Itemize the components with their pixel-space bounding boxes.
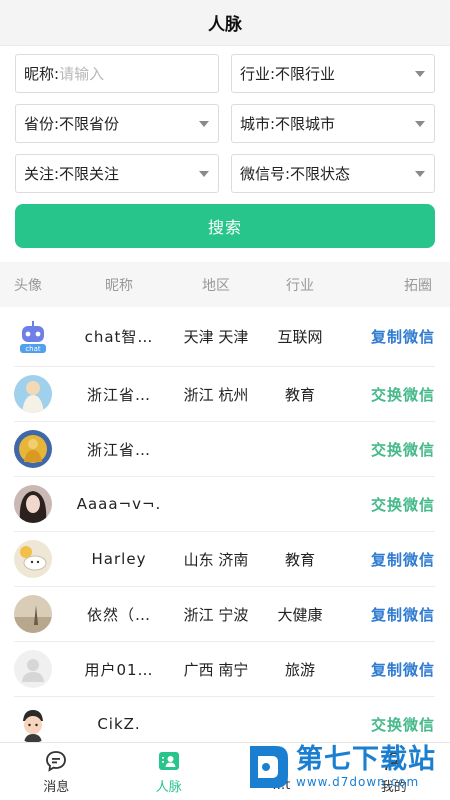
- row-area: 浙江 宁波: [183, 605, 249, 624]
- row-nickname: Aaaa¬v¬.: [76, 495, 162, 513]
- search-button[interactable]: 搜索: [15, 204, 435, 248]
- top-bar: 人脉: [0, 0, 450, 46]
- nickname-input[interactable]: 请输入: [59, 63, 104, 84]
- swap-wechat-button[interactable]: 交换微信: [340, 714, 435, 735]
- tab-contacts-label: 人脉: [155, 779, 182, 795]
- caret-down-icon: [415, 71, 425, 77]
- swap-wechat-button[interactable]: 交换微信: [340, 439, 435, 460]
- watermark-logo-icon: [250, 746, 288, 788]
- row-nickname: chat智…: [84, 328, 154, 346]
- province-select-value: 省份:不限省份: [24, 115, 120, 133]
- table-row[interactable]: Harley 山东 济南 教育 复制微信: [14, 532, 435, 587]
- svg-text:chat: chat: [25, 345, 41, 353]
- table-row[interactable]: chat chat智… 天津 天津 互联网 复制微信: [14, 307, 435, 367]
- tab-messages-label: 消息: [43, 779, 70, 795]
- boy-cartoon-avatar[interactable]: [14, 705, 54, 743]
- city-select-value: 城市:不限城市: [240, 115, 336, 133]
- swap-wechat-button[interactable]: 交换微信: [340, 494, 435, 515]
- row-nickname: Harley: [91, 550, 147, 568]
- header-area: 地区: [202, 277, 230, 294]
- copy-wechat-button[interactable]: 复制微信: [340, 326, 435, 347]
- province-select[interactable]: 省份:不限省份: [15, 104, 219, 143]
- filter-panel: 昵称: 请输入 行业:不限行业 省份:不限省份 城市:不限城市 关注:不限关注 …: [0, 46, 450, 193]
- tab-contacts[interactable]: 人脉: [113, 743, 226, 800]
- girl-photo-avatar[interactable]: [14, 485, 54, 523]
- deity-avatar[interactable]: [14, 375, 54, 413]
- table-row[interactable]: Aaaa¬v¬. 交换微信: [14, 477, 435, 532]
- copy-wechat-button[interactable]: 复制微信: [340, 604, 435, 625]
- contacts-icon: [157, 749, 181, 773]
- table-row[interactable]: 用户01… 广西 南宁 旅游 复制微信: [14, 642, 435, 697]
- table-row[interactable]: 浙江省… 浙江 杭州 教育 交换微信: [14, 367, 435, 422]
- watermark-title: 第七下载站: [296, 744, 436, 775]
- table-row[interactable]: 浙江省… 交换微信: [14, 422, 435, 477]
- page-title: 人脉: [208, 15, 242, 35]
- row-industry: 教育: [284, 550, 315, 569]
- row-nickname: 浙江省…: [86, 385, 151, 404]
- nickname-field[interactable]: 昵称: 请输入: [15, 54, 219, 93]
- cartoon-avatar[interactable]: [14, 540, 54, 578]
- tab-messages[interactable]: 消息: [0, 743, 113, 800]
- header-nickname: 昵称: [105, 277, 133, 294]
- row-industry: 教育: [284, 385, 315, 404]
- row-industry: 旅游: [284, 660, 315, 679]
- header-avatar: 头像: [14, 277, 42, 294]
- site-watermark: 第七下载站 www.d7down.com: [246, 740, 442, 794]
- row-area: 浙江 杭州: [183, 385, 249, 404]
- wechat-select-value: 微信号:不限状态: [240, 165, 351, 183]
- nickname-label: 昵称:: [24, 65, 60, 83]
- header-industry: 行业: [286, 277, 314, 294]
- landscape-avatar[interactable]: [14, 595, 54, 633]
- contact-list: chat chat智… 天津 天津 互联网 复制微信 浙江省… 浙江 杭州 教育…: [0, 307, 450, 752]
- table-header: 头像 昵称 地区 行业 拓圈: [0, 262, 450, 307]
- buddha-avatar[interactable]: [14, 430, 54, 468]
- default-user-avatar[interactable]: [14, 650, 54, 688]
- caret-down-icon: [415, 171, 425, 177]
- row-nickname: 浙江省…: [86, 440, 151, 459]
- follow-select-value: 关注:不限关注: [24, 165, 120, 183]
- row-nickname: 依然（…: [86, 605, 151, 624]
- caret-down-icon: [415, 121, 425, 127]
- row-industry: 互联网: [277, 328, 323, 346]
- swap-wechat-button[interactable]: 交换微信: [340, 384, 435, 405]
- table-row[interactable]: 依然（… 浙江 宁波 大健康 复制微信: [14, 587, 435, 642]
- row-nickname: 用户01…: [84, 660, 154, 679]
- copy-wechat-button[interactable]: 复制微信: [340, 659, 435, 680]
- wechat-select[interactable]: 微信号:不限状态: [231, 154, 435, 193]
- robot-avatar[interactable]: chat: [14, 317, 54, 356]
- row-industry: 大健康: [277, 605, 323, 624]
- row-area: 天津 天津: [183, 328, 249, 346]
- caret-down-icon: [199, 121, 209, 127]
- header-expand: 拓圈: [404, 277, 432, 294]
- row-nickname: CikZ.: [97, 715, 141, 733]
- city-select[interactable]: 城市:不限城市: [231, 104, 435, 143]
- row-area: 山东 济南: [183, 550, 249, 569]
- row-area: 广西 南宁: [183, 660, 249, 679]
- follow-select[interactable]: 关注:不限关注: [15, 154, 219, 193]
- industry-select[interactable]: 行业:不限行业: [231, 54, 435, 93]
- message-icon: [44, 749, 68, 773]
- industry-select-value: 行业:不限行业: [240, 65, 336, 83]
- copy-wechat-button[interactable]: 复制微信: [340, 549, 435, 570]
- watermark-url: www.d7down.com: [296, 775, 420, 789]
- caret-down-icon: [199, 171, 209, 177]
